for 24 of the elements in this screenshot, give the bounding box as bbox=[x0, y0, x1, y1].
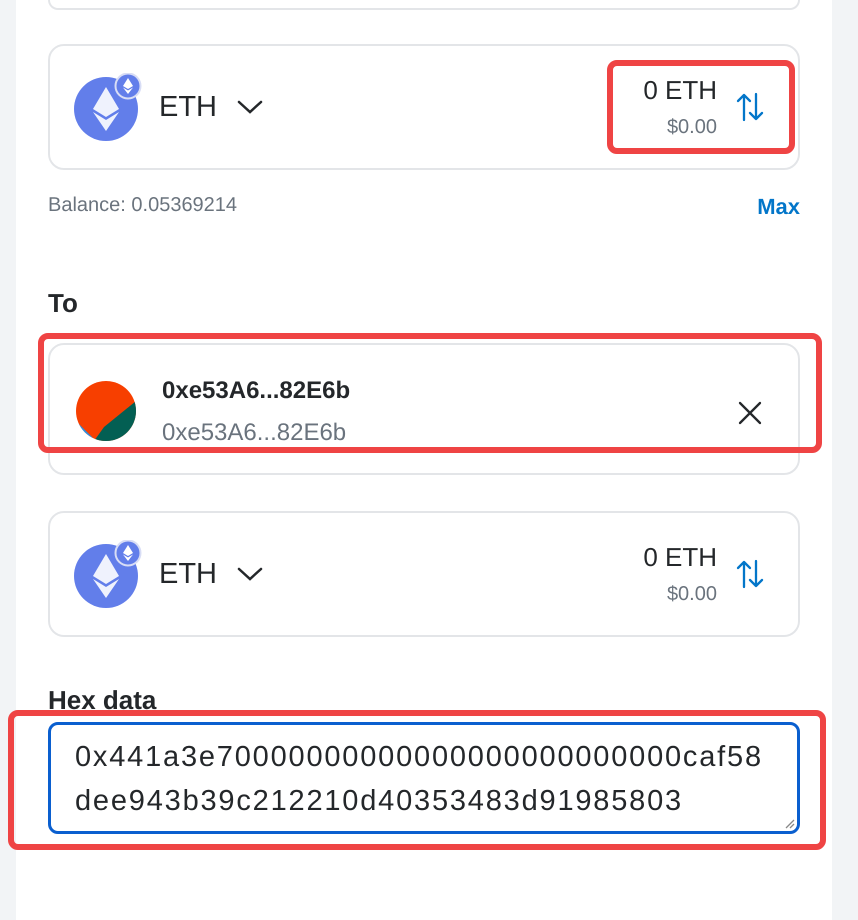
recipient-card[interactable]: 0xe53A6...82E6b 0xe53A6...82E6b bbox=[48, 343, 800, 475]
ethereum-token-icon bbox=[74, 540, 142, 608]
recipient-name: 0xe53A6...82E6b bbox=[162, 377, 350, 405]
hex-data-field[interactable]: 0x441a3e70000000000000000000000000caf58dee943b39c212210d40353483d91985803 bbox=[48, 722, 800, 834]
asset-card[interactable]: ETH 0 ETH $0.00 bbox=[48, 511, 800, 637]
swap-arrows-icon[interactable] bbox=[735, 92, 765, 122]
token-amount[interactable]: 0 ETH bbox=[643, 75, 717, 106]
token-amount[interactable]: 0 ETH bbox=[643, 542, 717, 573]
resize-handle-icon[interactable] bbox=[783, 817, 795, 829]
balance-text: Balance: 0.05369214 bbox=[48, 194, 238, 216]
swap-arrows-icon[interactable] bbox=[735, 559, 765, 589]
asset-card[interactable]: ETH 0 ETH $0.00 bbox=[48, 44, 800, 170]
ethereum-token-icon bbox=[74, 73, 142, 141]
chevron-down-icon[interactable] bbox=[237, 567, 263, 581]
fiat-amount: $0.00 bbox=[666, 583, 717, 606]
to-label: To bbox=[48, 288, 79, 319]
token-symbol: ETH bbox=[159, 90, 217, 124]
hex-data-label: Hex data bbox=[48, 685, 158, 716]
chevron-down-icon[interactable] bbox=[237, 100, 263, 114]
fiat-amount: $0.00 bbox=[666, 116, 717, 139]
recipient-address: 0xe53A6...82E6b bbox=[162, 419, 348, 447]
token-symbol: ETH bbox=[159, 558, 217, 590]
close-icon[interactable] bbox=[738, 401, 762, 425]
max-button[interactable]: Max bbox=[757, 194, 800, 220]
